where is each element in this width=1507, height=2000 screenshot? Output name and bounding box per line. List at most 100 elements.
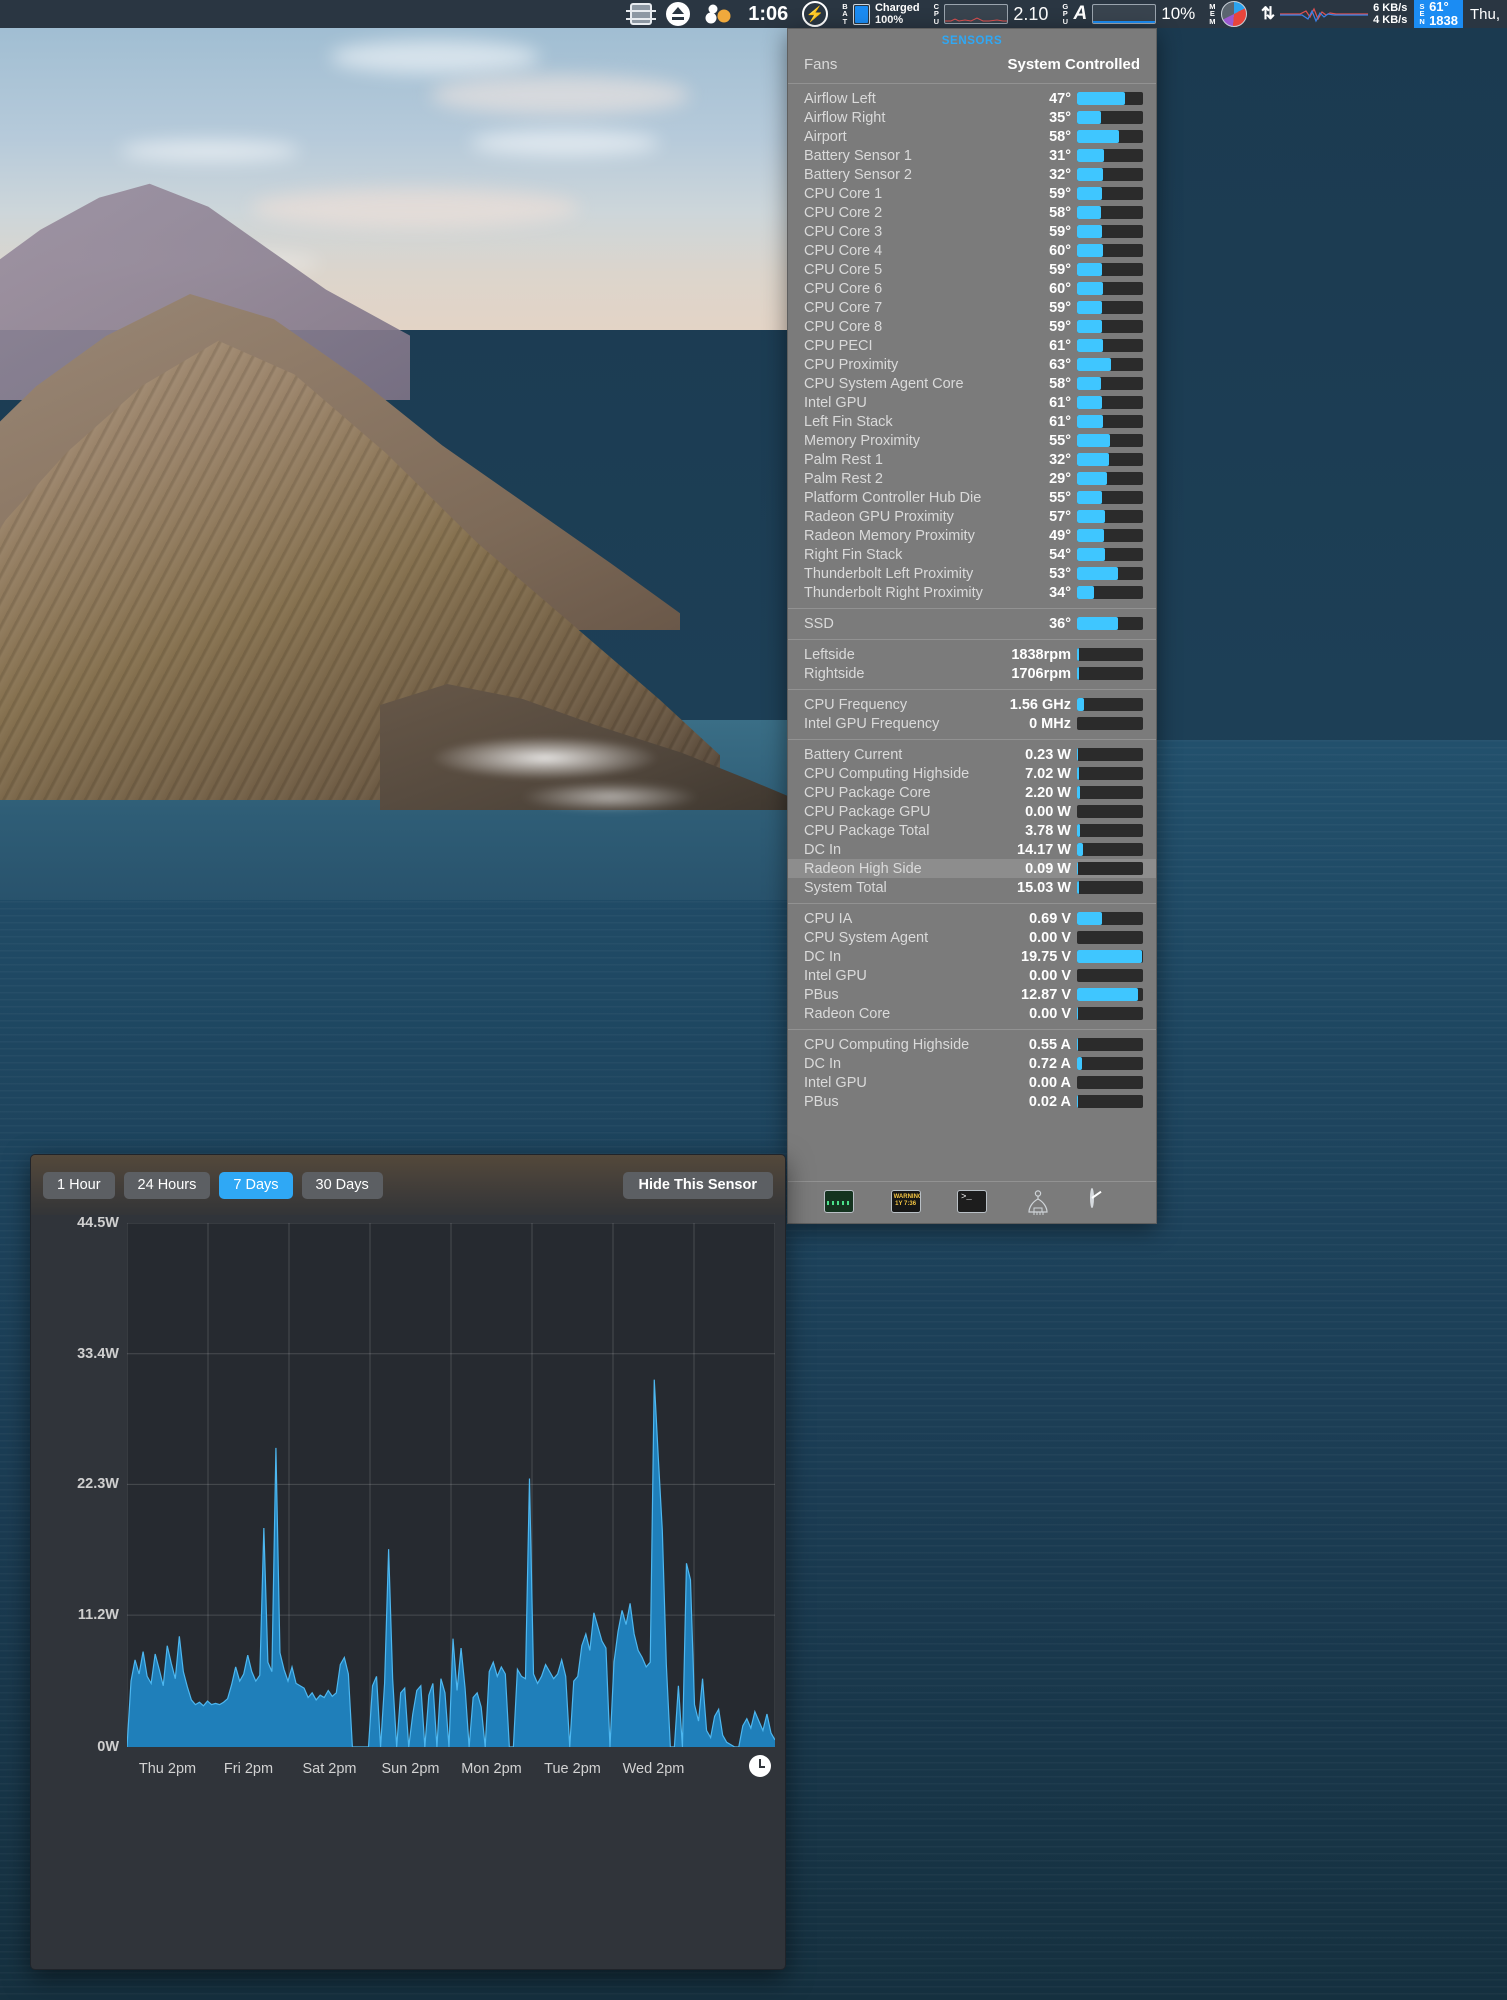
sensor-row[interactable]: Palm Rest 2 29°	[788, 469, 1156, 488]
sensor-row[interactable]: Intel GPU 0.00 A	[788, 1073, 1156, 1092]
sensor-name: CPU Core 7	[804, 299, 883, 316]
sensor-row[interactable]: CPU Core 7 59°	[788, 298, 1156, 317]
sensor-row[interactable]: CPU Core 1 59°	[788, 184, 1156, 203]
sensor-name: Leftside	[804, 646, 855, 663]
sensor-name: Airport	[804, 128, 847, 145]
sensor-name: CPU System Agent	[804, 929, 929, 946]
range-button-24-hours[interactable]: 24 Hours	[123, 1171, 211, 1199]
sensor-row[interactable]: CPU Proximity 63°	[788, 355, 1156, 374]
menubar-sensors-item[interactable]: SEN 61° 1838	[1414, 0, 1463, 28]
range-button-30-days[interactable]: 30 Days	[301, 1171, 383, 1199]
terminal-icon[interactable]: >_	[956, 1190, 987, 1213]
menubar-network-item[interactable]: ⇅ 6 KB/s 4 KB/s	[1254, 0, 1415, 28]
menubar-power-item[interactable]: ⚡	[795, 0, 835, 28]
sensor-row[interactable]: CPU Computing Highside 7.02 W	[788, 764, 1156, 783]
sensor-row[interactable]: Intel GPU Frequency 0 MHz	[788, 714, 1156, 733]
sensor-bar	[1077, 881, 1143, 894]
menubar-dots-item[interactable]	[697, 0, 741, 28]
sensor-row[interactable]: PBus 0.02 A	[788, 1092, 1156, 1111]
sensor-row[interactable]: Leftside 1838rpm	[788, 645, 1156, 664]
sensor-name: CPU PECI	[804, 337, 873, 354]
sensor-row[interactable]: CPU Core 2 58°	[788, 203, 1156, 222]
sensor-row[interactable]: Radeon Memory Proximity 49°	[788, 526, 1156, 545]
sensor-row[interactable]: Battery Current 0.23 W	[788, 745, 1156, 764]
sensor-row[interactable]: Platform Controller Hub Die 55°	[788, 488, 1156, 507]
clock-icon[interactable]	[749, 1755, 771, 1777]
cloud	[470, 130, 660, 156]
gauge-preferences-icon[interactable]	[1089, 1188, 1120, 1213]
clock-label: 1:06	[748, 2, 789, 25]
range-button-7-days[interactable]: 7 Days	[219, 1171, 293, 1199]
sensor-row[interactable]: SSD 36°	[788, 614, 1156, 633]
sensor-row[interactable]: DC In 19.75 V	[788, 947, 1156, 966]
sensor-row[interactable]: CPU Package GPU 0.00 W	[788, 802, 1156, 821]
sensor-row[interactable]: Palm Rest 1 32°	[788, 450, 1156, 469]
y-axis-tick: 11.2W	[77, 1607, 119, 1624]
date-label: Thu,	[1469, 5, 1500, 23]
menubar-gpu-item[interactable]: GPU A 10%	[1055, 0, 1202, 28]
sensor-row[interactable]: Radeon High Side 0.09 W	[788, 859, 1156, 878]
sensor-row[interactable]: DC In 14.17 W	[788, 840, 1156, 859]
sensor-row[interactable]: Rightside 1706rpm	[788, 664, 1156, 683]
sensor-row[interactable]: DC In 0.72 A	[788, 1054, 1156, 1073]
sensor-row[interactable]: CPU Core 8 59°	[788, 317, 1156, 336]
warning-log-icon[interactable]: WARNING 1Y 7:36	[890, 1190, 921, 1213]
menubar-cpu-chip-item[interactable]	[623, 0, 659, 28]
sensor-row[interactable]: CPU Core 4 60°	[788, 241, 1156, 260]
sensor-row[interactable]: Airflow Left 47°	[788, 89, 1156, 108]
sensor-value: 1838rpm	[1011, 646, 1071, 663]
sensor-value: 35°	[1049, 109, 1071, 126]
sensor-row[interactable]: CPU System Agent Core 58°	[788, 374, 1156, 393]
sensor-row[interactable]: CPU Frequency 1.56 GHz	[788, 695, 1156, 714]
sensor-row[interactable]: Battery Sensor 1 31°	[788, 146, 1156, 165]
chart-svg	[127, 1222, 775, 1747]
sensor-row[interactable]: CPU System Agent 0.00 V	[788, 928, 1156, 947]
sensor-row[interactable]: Radeon Core 0.00 V	[788, 1004, 1156, 1023]
sensor-row[interactable]: Battery Sensor 2 32°	[788, 165, 1156, 184]
sensor-value: 32°	[1049, 451, 1071, 468]
sensor-row[interactable]: Thunderbolt Left Proximity 53°	[788, 564, 1156, 583]
sensor-row[interactable]: Airport 58°	[788, 127, 1156, 146]
sensor-name: Radeon Core	[804, 1005, 891, 1022]
sensor-row[interactable]: Left Fin Stack 61°	[788, 412, 1156, 431]
photo-surf	[520, 782, 700, 812]
menubar-cpu-item[interactable]: CPU 2.10	[927, 0, 1056, 28]
sensor-row[interactable]: Memory Proximity 55°	[788, 431, 1156, 450]
sensor-row[interactable]: CPU Computing Highside 0.55 A	[788, 1035, 1156, 1054]
menubar-mem-item[interactable]: MEM	[1202, 0, 1254, 28]
sensor-row[interactable]: CPU Core 3 59°	[788, 222, 1156, 241]
sensor-row[interactable]: System Total 15.03 W	[788, 878, 1156, 897]
sensor-row[interactable]: Radeon GPU Proximity 57°	[788, 507, 1156, 526]
fans-row[interactable]: Fans System Controlled	[788, 50, 1156, 83]
sensor-row[interactable]: CPU IA 0.69 V	[788, 909, 1156, 928]
sensor-value: 63°	[1049, 356, 1071, 373]
sensor-row[interactable]: Airflow Right 35°	[788, 108, 1156, 127]
chart-plot[interactable]	[127, 1222, 775, 1747]
sensor-row[interactable]: Right Fin Stack 54°	[788, 545, 1156, 564]
hide-this-sensor-button[interactable]: Hide This Sensor	[622, 1171, 773, 1199]
sensor-row[interactable]: Intel GPU 0.00 V	[788, 966, 1156, 985]
sensor-row[interactable]: Intel GPU 61°	[788, 393, 1156, 412]
sensor-probe-icon[interactable]	[1023, 1190, 1053, 1215]
sensor-row[interactable]: CPU Package Total 3.78 W	[788, 821, 1156, 840]
sensor-row[interactable]: CPU Core 6 60°	[788, 279, 1156, 298]
menubar-date-item[interactable]: Thu,	[1463, 0, 1507, 28]
sensor-row[interactable]: CPU Core 5 59°	[788, 260, 1156, 279]
activity-monitor-icon[interactable]	[824, 1190, 855, 1213]
sensor-group-voltage: CPU IA 0.69 V CPU System Agent 0.00 V DC In 1…	[788, 904, 1156, 1029]
sensor-value: 57°	[1049, 508, 1071, 525]
sensor-name: Battery Sensor 2	[804, 166, 912, 183]
x-axis-labels: Thu 2pm Fri 2pm Sat 2pm Sun 2pm Mon 2pm Tue 2…	[127, 1755, 775, 1795]
sensor-row[interactable]: CPU PECI 61°	[788, 336, 1156, 355]
memory-pie-icon	[1220, 1, 1247, 27]
sensor-bar	[1077, 969, 1143, 982]
gpu-history-graph	[1092, 4, 1157, 24]
range-button-1-hour[interactable]: 1 Hour	[43, 1171, 115, 1199]
menubar-clock[interactable]: 1:06	[741, 0, 795, 28]
menubar-eject-item[interactable]	[659, 0, 697, 28]
cpu-value: 2.10	[1013, 3, 1049, 24]
sensor-row[interactable]: PBus 12.87 V	[788, 985, 1156, 1004]
sensor-row[interactable]: Thunderbolt Right Proximity 34°	[788, 583, 1156, 602]
sensor-row[interactable]: CPU Package Core 2.20 W	[788, 783, 1156, 802]
menubar-battery-item[interactable]: BAT Charged 100%	[835, 0, 926, 28]
